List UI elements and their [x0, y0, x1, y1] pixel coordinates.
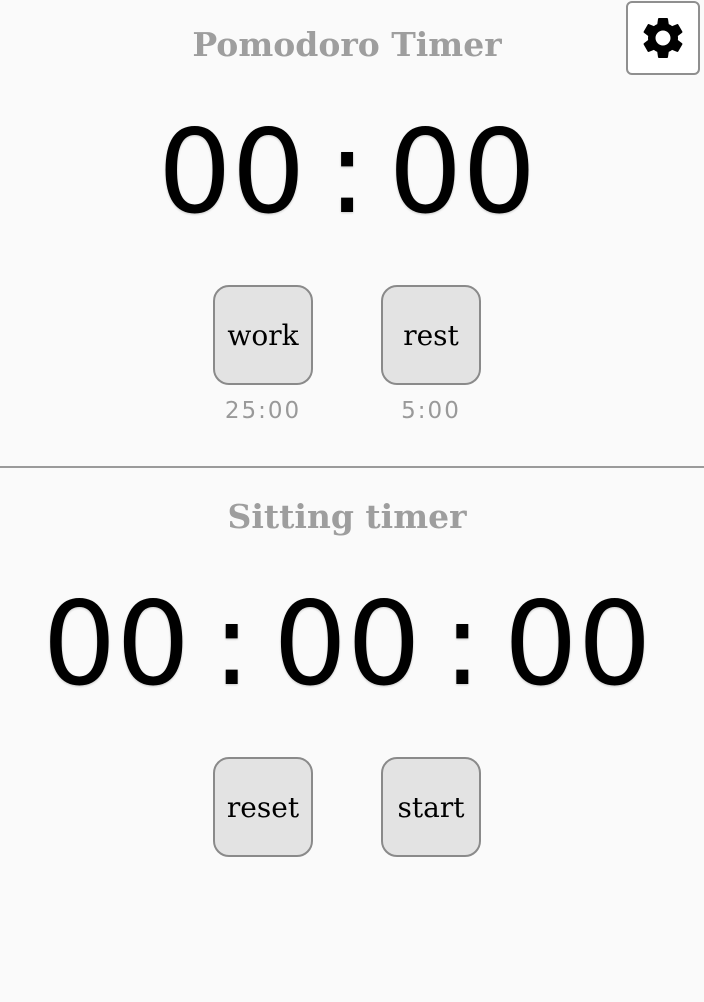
section-divider	[0, 466, 704, 468]
rest-button[interactable]: rest	[381, 285, 481, 385]
pomodoro-separator: :	[327, 105, 367, 240]
work-duration: 25:00	[224, 398, 302, 424]
pomodoro-minutes: 00	[157, 105, 306, 240]
pomodoro-seconds: 00	[388, 105, 537, 240]
sitting-hours: 00	[42, 577, 191, 712]
sitting-separator-1: :	[212, 577, 252, 712]
pomodoro-title: Pomodoro Timer	[192, 25, 502, 64]
work-button[interactable]: work	[213, 285, 313, 385]
rest-duration: 5:00	[401, 398, 461, 424]
sitting-clock: 00 : 00 : 00	[0, 580, 694, 710]
sitting-minutes: 00	[273, 577, 421, 712]
start-button[interactable]: start	[381, 757, 481, 857]
sitting-seconds: 00	[503, 577, 652, 712]
reset-button[interactable]: reset	[213, 757, 313, 857]
sitting-separator-2: :	[442, 577, 482, 712]
sitting-title: Sitting timer	[227, 497, 467, 536]
pomodoro-clock: 00 : 00	[0, 108, 694, 238]
